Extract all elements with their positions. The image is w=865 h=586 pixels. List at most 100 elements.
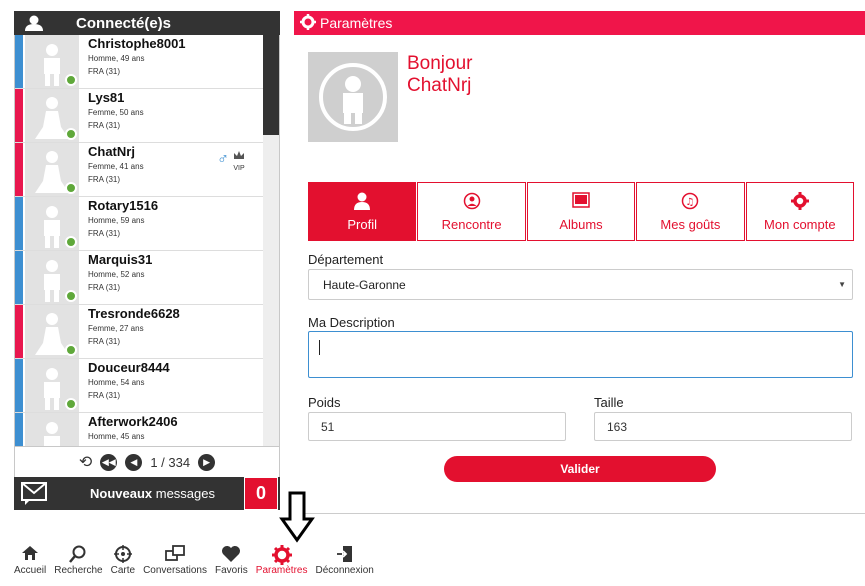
- gear-icon: [271, 545, 292, 565]
- nav-label: Paramètres: [255, 565, 308, 576]
- list-item[interactable]: Christophe8001 Homme, 49 ans FRA (31): [15, 35, 279, 89]
- taille-value: 163: [607, 419, 628, 434]
- logout-icon: [336, 545, 354, 565]
- chevron-down-icon: ▼: [838, 280, 846, 289]
- poids-input[interactable]: 51: [308, 412, 566, 441]
- nav-deconnexion[interactable]: Déconnexion: [315, 545, 374, 581]
- avatar: [25, 251, 79, 304]
- user-details: Femme, 27 ans: [88, 324, 144, 333]
- heart-icon: [221, 545, 241, 565]
- avatar: [25, 143, 79, 196]
- tab-label: Mon compte: [764, 216, 836, 232]
- nav-label: Conversations: [143, 565, 207, 576]
- prev-page-icon[interactable]: ◀: [125, 453, 143, 471]
- gear-icon: [300, 13, 316, 33]
- list-item[interactable]: Afterwork2406 Homme, 45 ans: [15, 413, 279, 446]
- tab-label: Profil: [347, 216, 378, 232]
- user-name: Rotary1516: [88, 198, 159, 213]
- list-item[interactable]: Douceur8444 Homme, 54 ans FRA (31): [15, 359, 279, 413]
- user-name: Marquis31: [88, 252, 153, 267]
- taille-input[interactable]: 163: [594, 412, 852, 441]
- nav-favoris[interactable]: Favoris: [215, 545, 248, 581]
- poids-value: 51: [321, 419, 335, 434]
- avatar: [25, 89, 79, 142]
- online-indicator: [65, 128, 77, 140]
- greeting: Bonjour ChatNrj: [407, 53, 473, 97]
- next-page-icon[interactable]: ▶: [198, 453, 216, 471]
- tab-label: Mes goûts: [660, 216, 721, 232]
- user-details: Homme, 45 ans: [88, 432, 145, 441]
- online-indicator: [65, 344, 77, 356]
- description-textarea[interactable]: [308, 331, 853, 378]
- tab-rencontre[interactable]: Rencontre: [417, 182, 526, 241]
- online-indicator: [65, 398, 77, 410]
- tab-label: Albums: [559, 216, 603, 232]
- departement-select[interactable]: Haute-Garonne ▼: [308, 269, 853, 300]
- greeting-line: Bonjour: [407, 53, 473, 74]
- greeting-username: ChatNrj: [407, 75, 472, 96]
- online-indicator: [65, 74, 77, 86]
- messages-label-bold: Nouveaux: [90, 486, 153, 501]
- tab-mes-gouts[interactable]: ♫ Mes goûts: [636, 182, 745, 241]
- nav-carte[interactable]: Carte: [111, 545, 135, 581]
- user-location: FRA (31): [88, 121, 121, 130]
- album-icon: [572, 191, 590, 213]
- nav-label: Carte: [110, 565, 136, 576]
- settings-tabs: Profil Rencontre Albums ♫ Mes goûts Mon …: [308, 182, 855, 241]
- svg-text:♫: ♫: [686, 197, 695, 208]
- user-location: FRA (31): [88, 391, 121, 400]
- avatar: [25, 413, 79, 446]
- bottom-nav: Accueil Recherche Carte Conversations Fa…: [14, 545, 382, 581]
- gender-bar: [15, 305, 23, 358]
- nav-accueil[interactable]: Accueil: [14, 545, 46, 581]
- connected-title: Connecté(e)s: [76, 14, 172, 32]
- gender-bar: [15, 251, 23, 304]
- settings-header: Paramètres: [294, 11, 865, 35]
- refresh-icon[interactable]: ⟲: [79, 452, 92, 472]
- male-symbol-icon: ♂: [217, 150, 229, 168]
- nav-label: Déconnexion: [315, 565, 374, 576]
- user-location: FRA (31): [88, 283, 121, 292]
- music-icon: ♫: [681, 192, 699, 213]
- list-item[interactable]: ChatNrj Femme, 41 ans FRA (31) ♂ VIP: [15, 143, 279, 197]
- list-item[interactable]: Tresronde6628 Femme, 27 ans FRA (31): [15, 305, 279, 359]
- user-details: Femme, 41 ans: [88, 162, 144, 171]
- user-icon: [14, 15, 54, 31]
- settings-title: Paramètres: [320, 15, 393, 31]
- gear-icon: [790, 191, 809, 213]
- user-details: Homme, 59 ans: [88, 216, 145, 225]
- connected-panel: Connecté(e)s Christophe8001 Homme, 49 an…: [14, 11, 280, 511]
- list-item[interactable]: Lys81 Femme, 50 ans FRA (31): [15, 89, 279, 143]
- down-arrow-icon: [279, 491, 315, 543]
- tab-mon-compte[interactable]: Mon compte: [745, 182, 855, 241]
- new-messages-bar[interactable]: Nouveaux messages 0: [14, 477, 280, 510]
- page-indicator: 1 / 334: [150, 454, 191, 470]
- user-name: Christophe8001: [88, 36, 186, 51]
- tab-label: Rencontre: [441, 216, 502, 232]
- user-name: ChatNrj: [88, 144, 135, 159]
- validate-button[interactable]: Valider: [444, 456, 716, 482]
- user-location: FRA (31): [88, 337, 121, 346]
- tab-albums[interactable]: Albums: [526, 182, 636, 241]
- avatar: [25, 305, 79, 358]
- nav-recherche[interactable]: Recherche: [54, 545, 103, 581]
- nav-parametres[interactable]: Paramètres: [255, 545, 308, 581]
- tab-profil[interactable]: Profil: [308, 182, 417, 241]
- vip-label: VIP: [233, 165, 245, 172]
- avatar: [25, 35, 79, 88]
- departement-label: Département: [308, 252, 384, 267]
- list-item[interactable]: Rotary1516 Homme, 59 ans FRA (31): [15, 197, 279, 251]
- profile-picture[interactable]: [308, 52, 398, 142]
- first-page-icon[interactable]: ◀◀: [100, 453, 118, 471]
- nav-conversations[interactable]: Conversations: [143, 545, 207, 581]
- gender-bar: [15, 35, 23, 88]
- user-list-scrollbar[interactable]: [263, 35, 279, 446]
- list-item[interactable]: Marquis31 Homme, 52 ans FRA (31): [15, 251, 279, 305]
- scrollbar-thumb[interactable]: [263, 35, 279, 135]
- user-location: FRA (31): [88, 67, 121, 76]
- nav-label: Recherche: [54, 565, 103, 576]
- rencontre-icon: [463, 192, 481, 213]
- gender-bar: [15, 359, 23, 412]
- poids-label: Poids: [308, 395, 341, 410]
- home-icon: [21, 545, 39, 565]
